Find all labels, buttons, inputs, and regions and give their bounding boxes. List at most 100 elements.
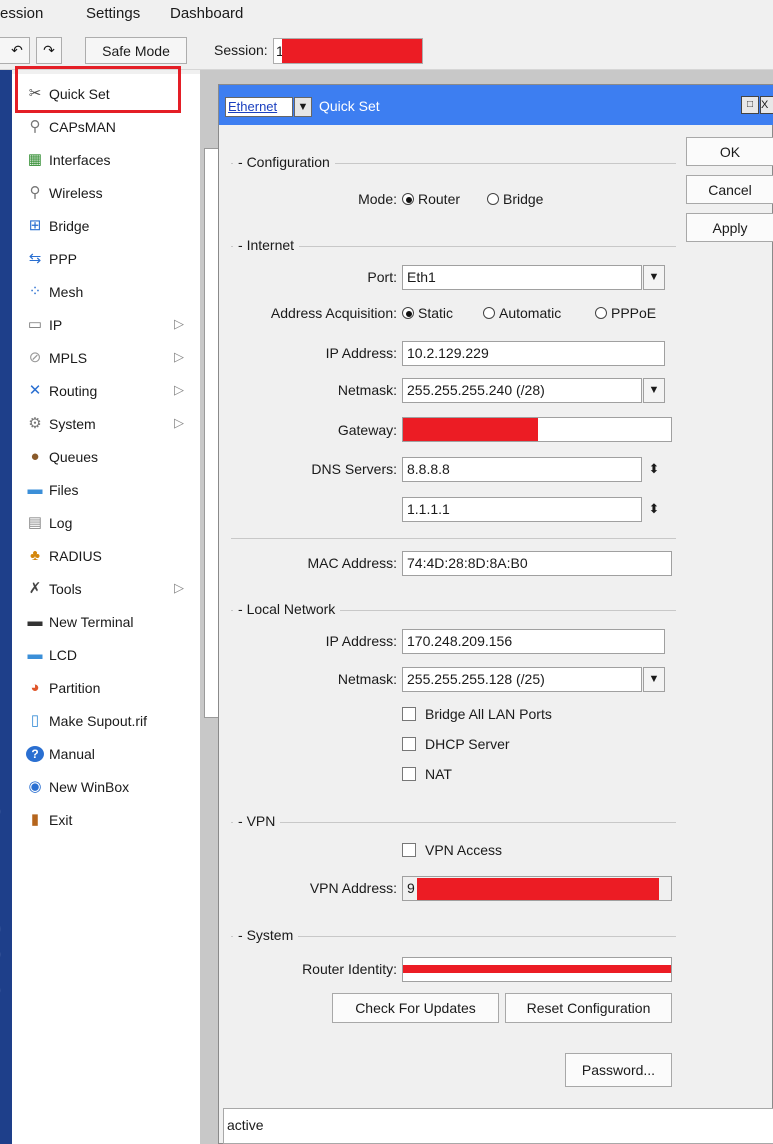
maximize-icon[interactable]: □ — [741, 96, 759, 114]
routing-icon: ✕ — [28, 382, 42, 399]
sidebar-item-exit[interactable]: ▮ Exit — [12, 804, 200, 837]
menu-settings[interactable]: Settings — [86, 5, 140, 22]
sidebar-item-manual[interactable]: ? Manual — [12, 738, 200, 771]
check-for-updates-button[interactable]: Check For Updates — [332, 993, 499, 1023]
acquisition-static-radio[interactable]: Static — [402, 305, 453, 321]
redaction — [417, 878, 659, 900]
acquisition-automatic-radio[interactable]: Automatic — [483, 305, 561, 321]
sidebar-item-system[interactable]: ⚙ System ▷ — [12, 408, 200, 441]
close-icon[interactable]: X — [760, 96, 773, 114]
menu-dashboard[interactable]: Dashboard — [170, 5, 243, 22]
quick-set-type-select[interactable]: Ethernet — [225, 97, 293, 117]
brand-text: erOS WinBox — [0, 783, 8, 1000]
radio-selected-icon — [402, 307, 414, 319]
sidebar-item-capsman[interactable]: ⚲ CAPsMAN — [12, 111, 200, 144]
redaction — [282, 39, 422, 63]
gateway-field[interactable] — [402, 417, 672, 442]
nat-checkbox[interactable]: NAT — [402, 766, 452, 782]
sidebar-item-label: Partition — [49, 680, 101, 696]
bridge-all-lan-ports-checkbox[interactable]: Bridge All LAN Ports — [402, 706, 552, 722]
router-identity-label: Router Identity: — [302, 961, 397, 977]
dialog-title-bar[interactable]: Ethernet ▼ Quick Set □ X — [219, 85, 773, 125]
sidebar-item-label: Exit — [49, 812, 73, 828]
reset-configuration-button[interactable]: Reset Configuration — [505, 993, 672, 1023]
session-label: Session: — [214, 42, 268, 58]
gateway-label: Gateway: — [337, 422, 397, 438]
safe-mode-button[interactable]: Safe Mode — [85, 37, 187, 64]
sidebar-item-ip[interactable]: ▭ IP ▷ — [12, 309, 200, 342]
ip-address-field[interactable]: 10.2.129.229 — [402, 341, 665, 366]
tools-icon: ✗ — [28, 580, 42, 597]
spinner-icon[interactable]: ⬍ — [647, 462, 661, 488]
gear-icon: ⚙ — [28, 415, 42, 432]
chevron-down-icon[interactable]: ▼ — [294, 97, 312, 117]
radio-label: Router — [418, 191, 461, 207]
sidebar-item-label: New Terminal — [49, 614, 134, 630]
chevron-down-icon[interactable]: ▼ — [643, 667, 665, 692]
checkbox-label: NAT — [425, 766, 452, 782]
session-field[interactable]: 1 — [273, 38, 423, 64]
sidebar-item-mpls[interactable]: ⊘ MPLS ▷ — [12, 342, 200, 375]
radio-label: Automatic — [499, 305, 562, 321]
quick-set-highlight-box — [15, 66, 181, 113]
section-vpn: - VPN — [233, 813, 281, 829]
sidebar-item-log[interactable]: ▤ Log — [12, 507, 200, 540]
winbox-icon: ◉ — [28, 778, 42, 795]
submenu-arrow-icon: ▷ — [174, 316, 184, 331]
dns-server-field[interactable]: 1.1.1.1 — [402, 497, 642, 522]
acquisition-pppoe-radio[interactable]: PPPoE — [595, 305, 656, 321]
sidebar-item-ppp[interactable]: ⇆ PPP — [12, 243, 200, 276]
redo-button[interactable]: ↷ — [36, 37, 62, 64]
sidebar-item-label: RADIUS — [49, 548, 102, 564]
terminal-icon: ▬ — [27, 613, 43, 630]
spinner-icon[interactable]: ⬍ — [647, 502, 661, 528]
local-netmask-select[interactable]: 255.255.255.128 (/25) — [402, 667, 642, 692]
sidebar-item-new-terminal[interactable]: ▬ New Terminal — [12, 606, 200, 639]
sidebar-item-radius[interactable]: ♣ RADIUS — [12, 540, 200, 573]
mode-bridge-radio[interactable]: Bridge — [487, 191, 543, 207]
sidebar-item-files[interactable]: ▬ Files — [12, 474, 200, 507]
dns-server-field[interactable]: 8.8.8.8 — [402, 457, 642, 482]
wireless-icon: ⚲ — [29, 184, 41, 201]
local-ip-address-field[interactable]: 170.248.209.156 — [402, 629, 665, 654]
port-select[interactable]: Eth1 — [402, 265, 642, 290]
password-button[interactable]: Password... — [565, 1053, 672, 1087]
redo-icon: ↷ — [43, 42, 55, 58]
undo-button[interactable]: ↶ — [0, 37, 30, 64]
router-identity-field[interactable] — [402, 957, 672, 982]
mac-address-field[interactable]: 74:4D:28:8D:8A:B0 — [402, 551, 672, 576]
vpn-address-label: VPN Address: — [309, 880, 397, 896]
sidebar-item-routing[interactable]: ✕ Routing ▷ — [12, 375, 200, 408]
sidebar-item-label: MPLS — [49, 350, 88, 366]
vpn-access-checkbox[interactable]: VPN Access — [402, 842, 502, 858]
ok-button[interactable]: OK — [686, 137, 773, 166]
dns-servers-label: DNS Servers: — [311, 461, 397, 477]
cancel-button[interactable]: Cancel — [686, 175, 773, 204]
mesh-icon: ⁘ — [28, 283, 42, 300]
chevron-down-icon[interactable]: ▼ — [643, 265, 665, 290]
netmask-label: Netmask: — [337, 382, 397, 398]
sidebar-item-tools[interactable]: ✗ Tools ▷ — [12, 573, 200, 606]
sidebar-item-queues[interactable]: ● Queues — [12, 441, 200, 474]
sidebar-item-new-winbox[interactable]: ◉ New WinBox — [12, 771, 200, 804]
checkbox-label: Bridge All LAN Ports — [425, 706, 552, 722]
sidebar-item-mesh[interactable]: ⁘ Mesh — [12, 276, 200, 309]
redaction — [403, 418, 538, 441]
menu-session[interactable]: ession — [0, 5, 43, 22]
checkbox-icon — [402, 737, 416, 751]
netmask-select[interactable]: 255.255.255.240 (/28) — [402, 378, 642, 403]
apply-button[interactable]: Apply — [686, 213, 773, 242]
sidebar-item-wireless[interactable]: ⚲ Wireless — [12, 177, 200, 210]
checkbox-icon — [402, 707, 416, 721]
vpn-address-field[interactable]: 9 — [402, 876, 672, 901]
mode-router-radio[interactable]: Router — [402, 191, 460, 207]
sidebar-item-interfaces[interactable]: ▦ Interfaces — [12, 144, 200, 177]
sidebar-item-partition[interactable]: ◕ Partition — [12, 672, 200, 705]
sidebar-item-label: IP — [49, 317, 63, 333]
dhcp-server-checkbox[interactable]: DHCP Server — [402, 736, 510, 752]
sidebar-item-lcd[interactable]: ▬ LCD — [12, 639, 200, 672]
sidebar-item-make-supout[interactable]: ▯ Make Supout.rif — [12, 705, 200, 738]
sidebar-item-label: LCD — [49, 647, 78, 663]
sidebar-item-bridge[interactable]: ⊞ Bridge — [12, 210, 200, 243]
chevron-down-icon[interactable]: ▼ — [643, 378, 665, 403]
